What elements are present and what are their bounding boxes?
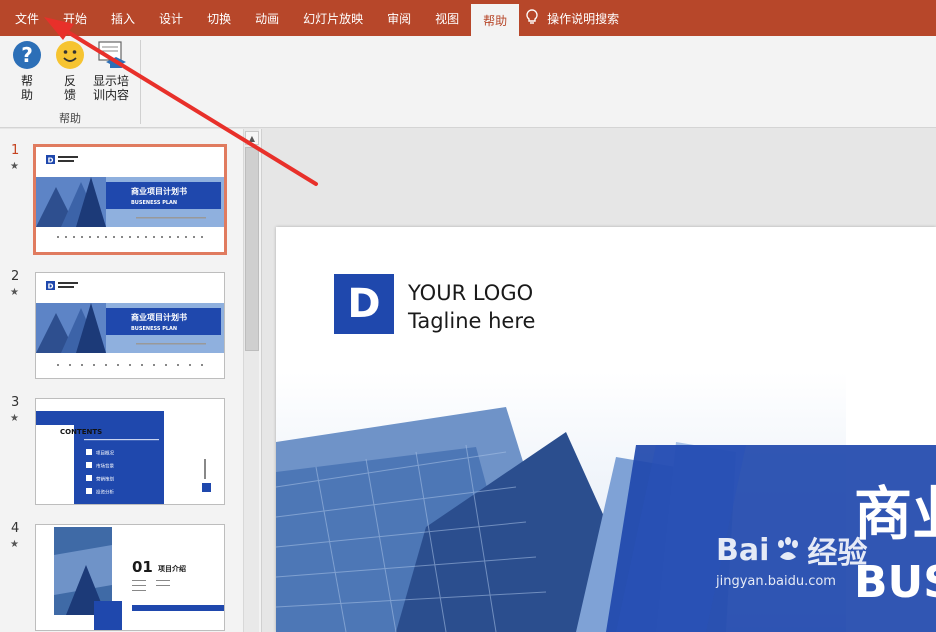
slide4-thumb-number: 01	[132, 558, 153, 576]
group-separator	[140, 40, 141, 124]
slide3-item: 营销策划	[96, 476, 114, 483]
tab-animations[interactable]: 动画	[243, 0, 291, 36]
slide2-thumb-title: 商业项目计划书	[131, 312, 187, 322]
slide-thumbnail-4[interactable]: 01 项目介绍	[35, 524, 225, 631]
help-label: 帮 助	[20, 74, 33, 102]
logo-mark: D	[334, 274, 394, 334]
svg-text:?: ?	[21, 43, 33, 67]
slide-thumbnail-art: 01 项目介绍	[36, 525, 224, 630]
tab-help[interactable]: 帮助	[471, 4, 520, 36]
feedback-button[interactable]: 反 馈	[55, 40, 85, 102]
watermark-url: jingyan.baidu.com	[716, 574, 836, 589]
slide-thumbnail-pane: 1 ★ D 商业项目计划书 BUSENESS PLAN 2 ★ D 商业项目计划…	[0, 129, 262, 632]
animation-star-icon: ★	[10, 539, 19, 550]
tab-review[interactable]: 审阅	[375, 0, 423, 36]
slide-thumbnail-2[interactable]: D 商业项目计划书 BUSENESS PLAN	[35, 272, 225, 379]
slide2-thumb-subtitle: BUSENESS PLAN	[131, 326, 177, 332]
scroll-up-icon[interactable]: ▲	[245, 131, 259, 145]
training-label: 显示培 训内容	[93, 74, 130, 102]
tab-insert[interactable]: 插入	[99, 0, 147, 36]
ribbon-help: ? 帮 助 反 馈 显示培 训内容 帮助	[0, 36, 936, 128]
animation-star-icon: ★	[10, 413, 19, 424]
slide3-thumb-title: CONTENTS	[60, 428, 102, 436]
watermark-brand-2: 经验	[807, 536, 868, 571]
slide-thumbnail-3[interactable]: CONTENTS 项目概况 市场背景 营销策划 投资分析	[35, 398, 225, 505]
logo-name: YOUR LOGO	[408, 281, 534, 305]
show-training-button[interactable]: 显示培 训内容	[93, 40, 129, 102]
scrollbar-thumb[interactable]	[245, 147, 259, 351]
slide-number: 3	[11, 395, 20, 410]
help-group-label: 帮助	[59, 112, 81, 125]
slide-thumbnail-art: CONTENTS 项目概况 市场背景 营销策划 投资分析	[36, 399, 224, 504]
question-icon: ?	[13, 41, 41, 69]
slide3-item: 投资分析	[96, 489, 114, 496]
slide-number: 1	[11, 143, 20, 158]
tab-file[interactable]: 文件	[0, 0, 51, 36]
slide3-item: 项目概况	[96, 450, 114, 457]
svg-text:D: D	[48, 157, 54, 165]
slide3-item: 市场背景	[96, 463, 114, 470]
slide1-thumb-subtitle: BUSENESS PLAN	[131, 200, 177, 206]
help-button[interactable]: ? 帮 助	[12, 40, 42, 102]
smiley-icon	[56, 41, 84, 69]
feedback-label: 反 馈	[63, 74, 76, 102]
thumbnail-scrollbar[interactable]: ▲	[243, 129, 259, 632]
slide-number: 2	[11, 269, 20, 284]
animation-star-icon: ★	[10, 161, 19, 172]
tab-view[interactable]: 视图	[423, 0, 471, 36]
tab-transitions[interactable]: 切换	[195, 0, 243, 36]
slide-thumbnail-1[interactable]: D 商业项目计划书 BUSENESS PLAN	[33, 144, 227, 255]
logo-tagline: Tagline here	[408, 309, 536, 333]
ribbon-tab-bar: 文件 开始 插入 设计 切换 动画 幻灯片放映 审阅 视图 帮助 操作说明搜索	[0, 0, 936, 36]
watermark-brand: Bai	[716, 532, 770, 568]
tab-home[interactable]: 开始	[51, 0, 99, 36]
logo-text-block: YOUR LOGO Tagline here	[408, 279, 535, 335]
paw-icon	[778, 537, 799, 560]
training-icon	[98, 41, 126, 68]
tab-design[interactable]: 设计	[147, 0, 195, 36]
tell-me-search[interactable]: 操作说明搜索	[525, 0, 619, 36]
slide1-thumb-title: 商业项目计划书	[131, 186, 187, 196]
slide-number: 4	[11, 521, 20, 536]
tab-slideshow[interactable]: 幻灯片放映	[291, 0, 375, 36]
svg-text:D: D	[48, 283, 54, 291]
slide-thumbnail-art: D 商业项目计划书 BUSENESS PLAN	[36, 147, 224, 252]
tell-me-label: 操作说明搜索	[547, 11, 620, 26]
slide4-thumb-subtitle: 项目介绍	[158, 564, 186, 573]
baidu-watermark: Bai 经验 jingyan.baidu.com	[716, 528, 868, 590]
animation-star-icon: ★	[10, 287, 19, 298]
slide-thumbnail-art: D 商业项目计划书 BUSENESS PLAN	[36, 273, 224, 378]
lightbulb-icon	[525, 8, 539, 28]
